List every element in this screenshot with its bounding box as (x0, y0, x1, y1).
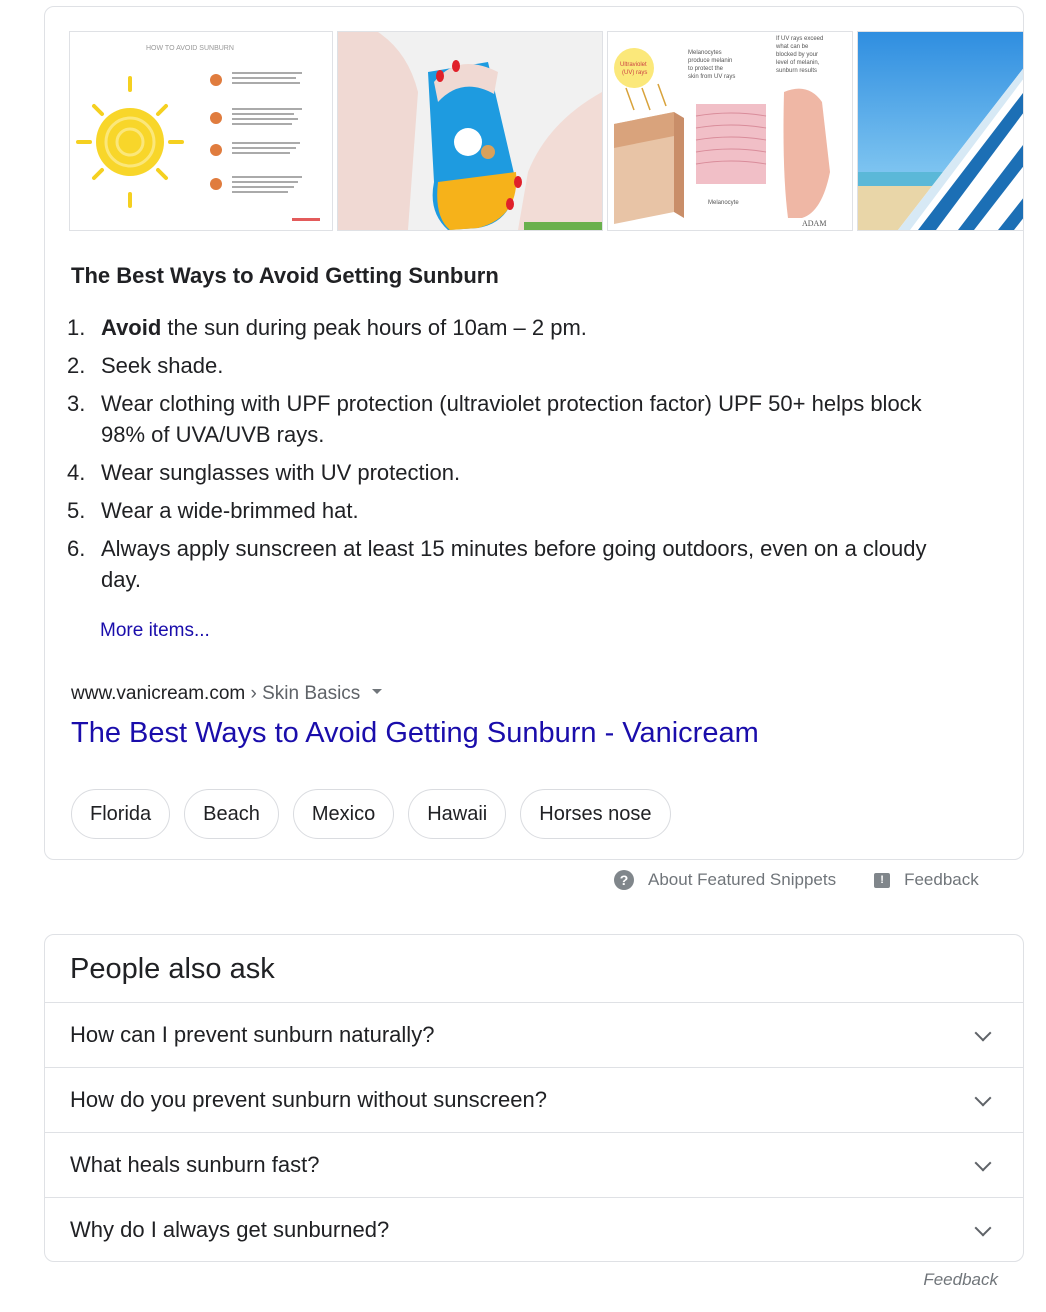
step-number: 1. (67, 315, 86, 340)
paa-question-text: How can I prevent sunburn naturally? (70, 1022, 435, 1047)
paa-question[interactable]: How can I prevent sunburn naturally? (45, 1002, 1023, 1067)
image-strip: HOW TO AVOID SUNBURN Ultraviolet (UV) ra… (69, 31, 1023, 231)
step-text: Always apply sunscreen at least 15 minut… (101, 536, 927, 592)
paa-title: People also ask (70, 953, 275, 985)
chevron-down-icon (974, 1154, 992, 1172)
svg-text:produce melanin: produce melanin (688, 58, 732, 64)
breadcrumb-path: › Skin Basics (245, 683, 361, 704)
chevron-down-icon (974, 1024, 992, 1042)
svg-text:Ultraviolet: Ultraviolet (620, 62, 647, 68)
svg-text:skin from UV rays: skin from UV rays (688, 74, 735, 80)
people-also-ask-card: People also ask How can I prevent sunbur… (44, 934, 1024, 1262)
list-item: 4. Wear sunglasses with UV protection. (67, 457, 951, 488)
feedback-button[interactable]: ! Feedback (874, 870, 979, 890)
paa-question[interactable]: How do you prevent sunburn without sunsc… (45, 1067, 1023, 1132)
caret-down-icon[interactable] (372, 689, 383, 695)
chevron-down-icon (974, 1219, 992, 1237)
chip-beach[interactable]: Beach (184, 789, 279, 839)
step-text: Wear a wide-brimmed hat. (101, 498, 359, 523)
step-number: 4. (67, 460, 86, 485)
paa-question-text: Why do I always get sunburned? (70, 1217, 390, 1242)
chip-hawaii[interactable]: Hawaii (408, 789, 507, 839)
list-item: 1. Avoid the sun during peak hours of 10… (67, 312, 951, 343)
beach-umbrella-thumbnail[interactable] (857, 31, 1023, 231)
sunburn-infographic-thumbnail[interactable]: HOW TO AVOID SUNBURN (69, 31, 333, 231)
svg-text:Melanocyte: Melanocyte (708, 200, 739, 206)
chevron-down-icon (974, 1089, 992, 1107)
steps-list: 1. Avoid the sun during peak hours of 10… (67, 312, 951, 602)
svg-text:what can be: what can be (775, 44, 809, 50)
svg-text:to protect the: to protect the (688, 66, 724, 72)
infographic-heading: HOW TO AVOID SUNBURN (146, 45, 234, 52)
more-items-link[interactable]: More items... (100, 620, 210, 642)
paa-question-text: How do you prevent sunburn without sunsc… (70, 1087, 547, 1112)
svg-text:level of melanin,: level of melanin, (776, 60, 820, 66)
help-icon: ? (614, 870, 634, 890)
sunscreen-bottle-thumbnail[interactable] (337, 31, 603, 231)
step-text: Seek shade. (101, 353, 224, 378)
step-text: the sun during peak hours of 10am – 2 pm… (161, 315, 587, 340)
list-item: 2. Seek shade. (67, 350, 951, 381)
chip-mexico[interactable]: Mexico (292, 789, 395, 839)
svg-text:If UV rays exceed: If UV rays exceed (776, 36, 823, 42)
step-number: 5. (67, 498, 86, 523)
svg-text:(UV) rays: (UV) rays (622, 70, 647, 76)
feedback-icon: ! (874, 872, 891, 888)
featured-snippet-card: HOW TO AVOID SUNBURN Ultraviolet (UV) ra… (44, 6, 1024, 860)
result-domain: www.vanicream.com (71, 683, 246, 704)
paa-question[interactable]: Why do I always get sunburned? (45, 1197, 1023, 1261)
breadcrumb: www.vanicream.com › Skin Basics (71, 683, 383, 705)
svg-text:blocked by your: blocked by your (776, 52, 818, 58)
step-number: 3. (67, 391, 86, 416)
svg-text:ADAM: ADAM (802, 219, 826, 228)
svg-text:Melanocytes: Melanocytes (688, 50, 722, 56)
list-item: 3. Wear clothing with UPF protection (ul… (67, 388, 951, 450)
chip-horses-nose[interactable]: Horses nose (520, 789, 671, 839)
paa-question[interactable]: What heals sunburn fast? (45, 1132, 1023, 1197)
about-featured-snippets-link[interactable]: About Featured Snippets (648, 870, 836, 890)
result-title-link[interactable]: The Best Ways to Avoid Getting Sunburn -… (71, 717, 759, 750)
step-bold: Avoid (101, 315, 162, 340)
step-text: Wear sunglasses with UV protection. (101, 460, 461, 485)
refinement-chips: Florida Beach Mexico Hawaii Horses nose (71, 789, 671, 839)
skin-melanin-diagram-thumbnail[interactable]: Ultraviolet (UV) rays Melanocytes produc… (607, 31, 853, 231)
bottom-feedback-link[interactable]: Feedback (923, 1270, 998, 1290)
step-number: 2. (67, 353, 86, 378)
snippet-title: The Best Ways to Avoid Getting Sunburn (71, 263, 499, 288)
chip-florida[interactable]: Florida (71, 789, 171, 839)
svg-text:sunburn results: sunburn results (776, 68, 817, 74)
paa-question-text: What heals sunburn fast? (70, 1152, 320, 1177)
snippet-footer-row: ? About Featured Snippets ! Feedback (614, 870, 979, 890)
feedback-label: Feedback (904, 870, 979, 889)
step-text: Wear clothing with UPF protection (ultra… (101, 391, 922, 447)
list-item: 6. Always apply sunscreen at least 15 mi… (67, 533, 951, 595)
list-item: 5. Wear a wide-brimmed hat. (67, 495, 951, 526)
step-number: 6. (67, 536, 86, 561)
